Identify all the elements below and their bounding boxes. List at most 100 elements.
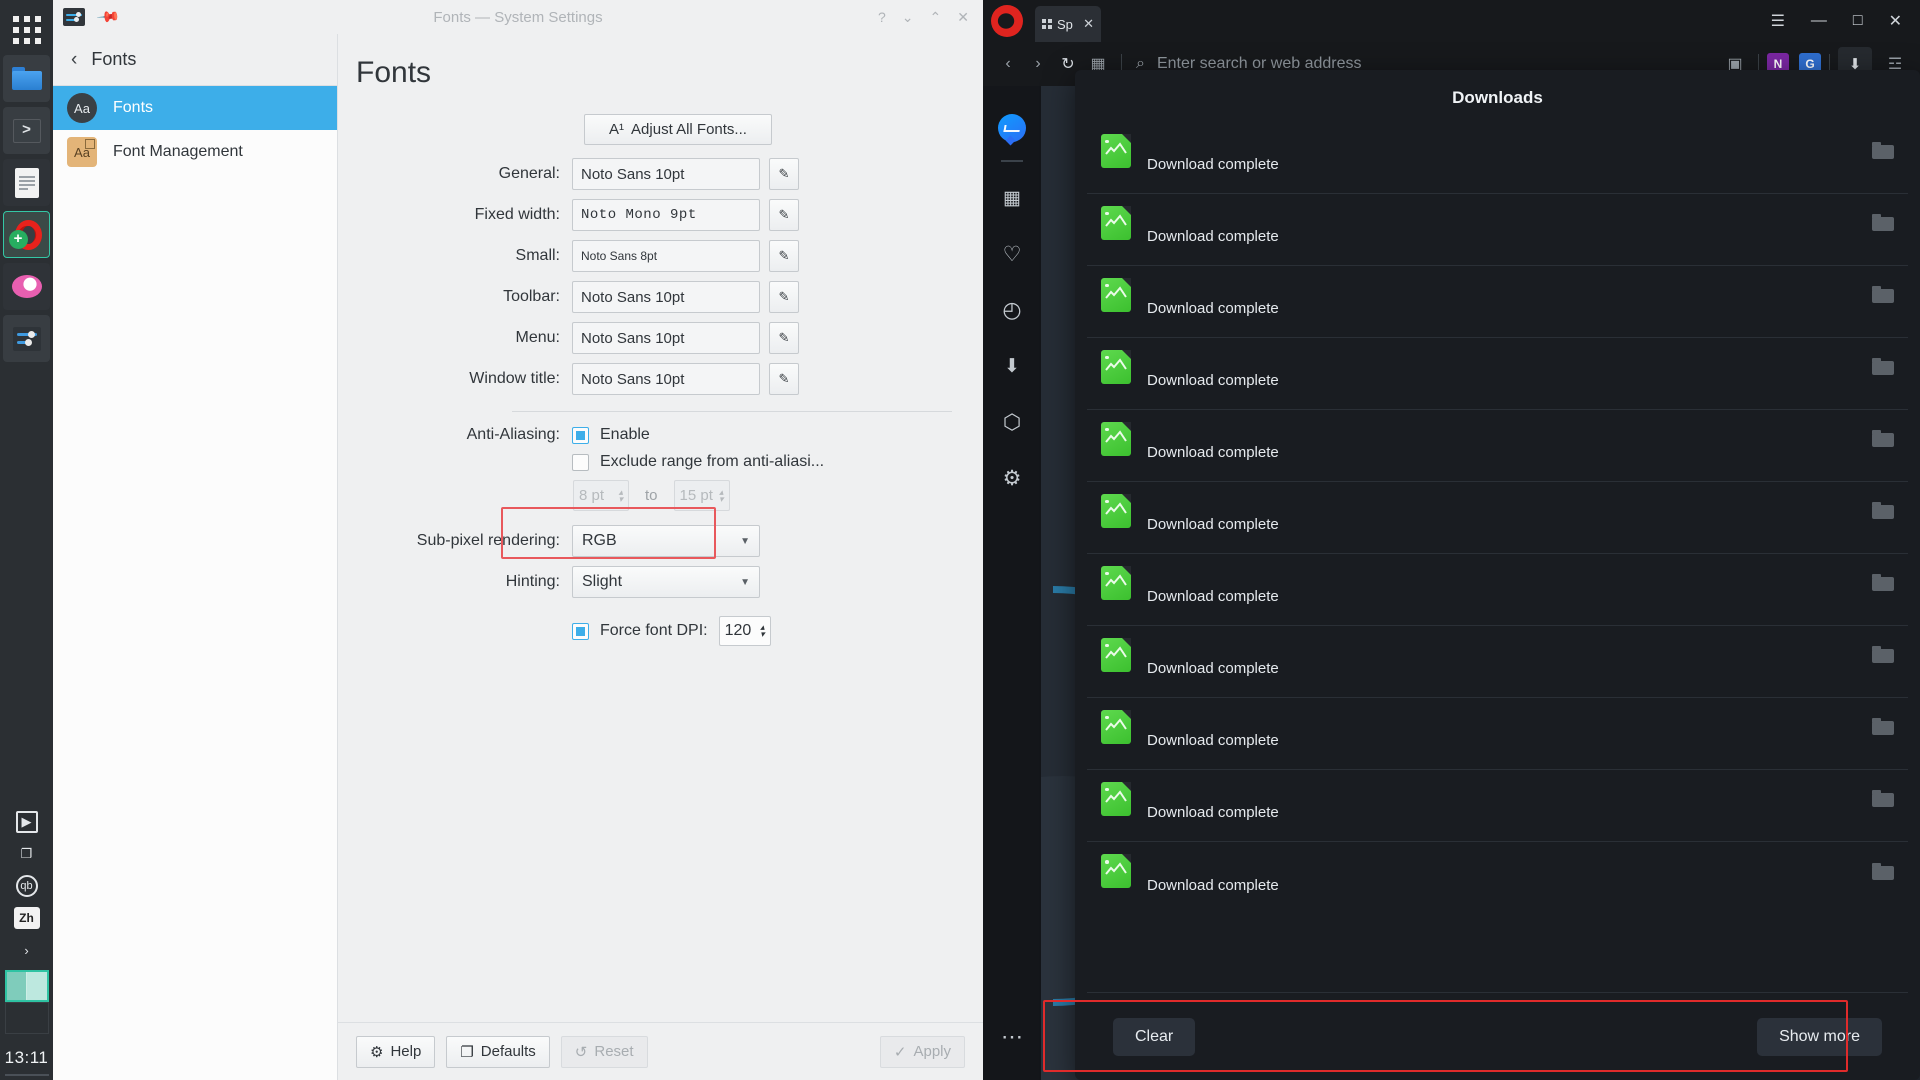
range-to-spinner[interactable]: 15 pt ▴ ▾ (673, 480, 730, 511)
messenger-icon[interactable] (995, 111, 1029, 145)
back-arrow-icon[interactable]: ‹ (71, 49, 77, 71)
browser-tab[interactable]: Sp ✕ (1035, 6, 1101, 42)
clock-underline (4, 1074, 49, 1076)
tab-close-icon[interactable]: ✕ (1083, 16, 1094, 32)
download-status-text: Download complete (1147, 300, 1279, 317)
download-list-item[interactable]: Download complete (1087, 554, 1908, 626)
open-folder-icon[interactable] (1872, 574, 1894, 591)
edit-pencil-icon[interactable]: ✎ (769, 240, 799, 272)
tab-menu-icon[interactable]: ☰ (1771, 11, 1785, 31)
open-folder-icon[interactable] (1872, 286, 1894, 303)
open-folder-icon[interactable] (1872, 862, 1894, 880)
settings-gear-icon[interactable]: ⚙ (995, 461, 1029, 495)
sidebar-item-fonts[interactable]: Aa Fonts (53, 86, 337, 130)
dock-item-system-settings[interactable] (3, 315, 50, 362)
dock-item-terminal[interactable]: > (3, 107, 50, 154)
open-folder-icon[interactable] (1872, 214, 1894, 231)
hinting-select[interactable]: Slight ▼ (572, 566, 760, 598)
maximize-button[interactable]: □ (1853, 12, 1863, 30)
antialiasing-enable-checkbox[interactable] (572, 426, 589, 444)
speed-dial-icon[interactable]: ▦ (995, 181, 1029, 215)
subpixel-rendering-select[interactable]: RGB ▼ (572, 525, 760, 557)
apply-button[interactable]: ✓ Apply (879, 1035, 965, 1068)
close-button[interactable]: ✕ (957, 9, 969, 26)
speed-dial-icon (1042, 19, 1052, 29)
downloads-icon[interactable]: ⬇ (995, 349, 1029, 383)
fixed-width-font-value[interactable]: Noto Mono 9pt (572, 199, 760, 231)
download-status-text: Download complete (1147, 876, 1279, 894)
download-list-item[interactable]: Download complete (1087, 122, 1908, 194)
adjust-all-fonts-button[interactable]: A¹ Adjust All Fonts... (584, 114, 772, 145)
force-font-dpi-spinner[interactable]: 120 ▴ ▾ (718, 616, 771, 646)
minimize-button[interactable]: ⌄ (902, 9, 914, 26)
open-folder-icon[interactable] (1872, 142, 1894, 159)
general-font-value[interactable]: Noto Sans 10pt (572, 158, 760, 190)
exclude-range-row: Exclude range from anti-aliasi... (352, 453, 957, 471)
sidebar-header-title: Fonts (91, 49, 137, 69)
fonts-avatar-icon: Aa (67, 93, 97, 123)
window-title-font-value[interactable]: Noto Sans 10pt (572, 363, 760, 395)
download-list-item[interactable]: Download complete (1087, 842, 1908, 914)
download-list-item[interactable]: Download complete (1087, 266, 1908, 338)
close-button[interactable]: ✕ (1889, 11, 1902, 31)
back-button[interactable]: ‹ (993, 49, 1023, 79)
image-file-icon (1101, 709, 1131, 744)
download-list-item[interactable]: Download complete (1087, 770, 1908, 842)
minimize-button[interactable]: — (1811, 12, 1827, 30)
forward-button[interactable]: › (1023, 49, 1053, 79)
open-folder-icon[interactable] (1872, 502, 1894, 519)
download-list-item[interactable]: Download complete (1087, 698, 1908, 770)
history-clock-icon[interactable]: ◴ (995, 293, 1029, 327)
tray-expand-icon[interactable]: › (16, 939, 38, 961)
edit-pencil-icon[interactable]: ✎ (769, 322, 799, 354)
apps-grid-icon[interactable] (7, 10, 47, 50)
dock-item-file-manager[interactable] (3, 55, 50, 102)
open-folder-icon[interactable] (1872, 790, 1894, 807)
subpixel-value: RGB (582, 532, 617, 549)
sidebar-more-icon[interactable]: ⋯ (995, 1020, 1029, 1054)
download-list-item[interactable]: Download complete (1087, 410, 1908, 482)
defaults-button[interactable]: ❐ Defaults (446, 1035, 550, 1068)
chevron-down-icon: ▼ (740, 576, 750, 588)
media-play-icon[interactable]: ▶ (15, 811, 38, 833)
exclude-range-checkbox[interactable] (572, 453, 589, 471)
favorites-heart-icon[interactable]: ♡ (995, 237, 1029, 271)
open-folder-icon[interactable] (1872, 718, 1894, 735)
force-font-dpi-checkbox[interactable] (572, 622, 589, 640)
edit-pencil-icon[interactable]: ✎ (769, 199, 799, 231)
reset-button[interactable]: ↺ Reset (560, 1035, 648, 1068)
open-folder-icon[interactable] (1872, 430, 1894, 447)
maximize-button[interactable]: ⌃ (930, 9, 942, 26)
clear-downloads-button[interactable]: Clear (1113, 1017, 1196, 1056)
image-glyph (1105, 357, 1127, 371)
download-list-item[interactable]: Download complete (1087, 626, 1908, 698)
edit-pencil-icon[interactable]: ✎ (769, 363, 799, 395)
settings-app-icon (63, 8, 85, 26)
download-list-item[interactable]: Download complete (1087, 482, 1908, 554)
workspace-pager-inactive[interactable] (4, 1002, 49, 1034)
edit-pencil-icon[interactable]: ✎ (769, 158, 799, 190)
help-button[interactable]: ⚙ Help (356, 1035, 436, 1068)
show-more-downloads-button[interactable]: Show more (1757, 1017, 1882, 1056)
edit-pencil-icon[interactable]: ✎ (769, 281, 799, 313)
extensions-cube-icon[interactable]: ⬡ (995, 405, 1029, 439)
reset-icon: ↺ (574, 1043, 588, 1061)
dock-item-text-editor[interactable] (3, 159, 50, 206)
pin-window-icon[interactable]: 📌 (95, 4, 121, 30)
workspace-pager-active[interactable] (4, 970, 49, 1002)
clipboard-icon[interactable]: ❐ (16, 843, 38, 865)
help-button[interactable]: ? (878, 9, 886, 26)
open-folder-icon[interactable] (1872, 646, 1894, 663)
toolbar-font-value[interactable]: Noto Sans 10pt (572, 281, 760, 313)
input-method-icon[interactable]: Zh (13, 907, 40, 929)
open-folder-icon[interactable] (1872, 358, 1894, 375)
range-from-spinner[interactable]: 8 pt ▴ ▾ (573, 480, 629, 511)
sidebar-item-font-management[interactable]: Aa Font Management (53, 130, 337, 174)
menu-font-value[interactable]: Noto Sans 10pt (572, 322, 760, 354)
dock-item-opera-browser[interactable]: + (3, 211, 50, 258)
download-list-item[interactable]: Download complete (1087, 338, 1908, 410)
download-list-item[interactable]: Download complete (1087, 194, 1908, 266)
small-font-value[interactable]: Noto Sans 8pt (572, 240, 760, 272)
qbittorrent-icon[interactable]: qb (15, 875, 38, 897)
dock-item-image-viewer[interactable] (3, 263, 50, 310)
